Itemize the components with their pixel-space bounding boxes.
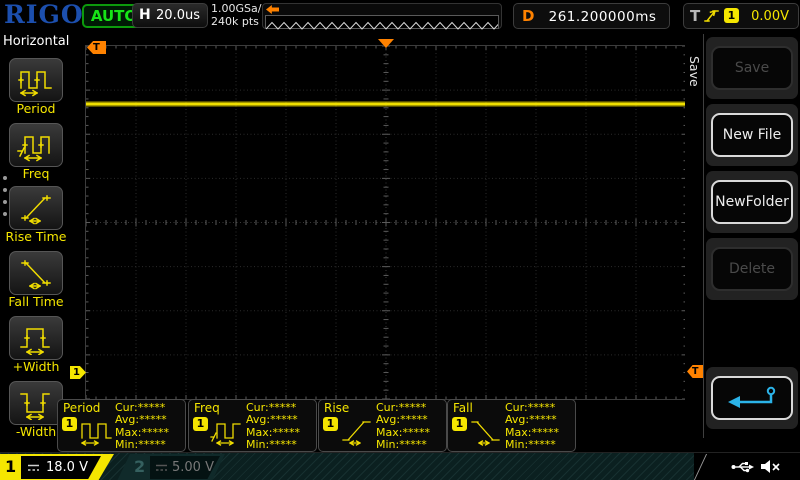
channel1-scale: 18.0 V bbox=[46, 460, 88, 475]
measurement-row: Min:***** bbox=[115, 437, 166, 451]
sidebar-item-period-label: Period bbox=[16, 101, 56, 116]
acquisition-info: 1.00GSa/s 240k pts bbox=[211, 2, 267, 28]
new-folder-button[interactable]: NewFolder bbox=[711, 180, 793, 224]
measurement-row: Min:***** bbox=[376, 437, 427, 451]
channel2-status[interactable]: 2 5.00 V bbox=[117, 454, 225, 480]
channel-badge: 1 bbox=[193, 417, 208, 431]
oscilloscope-screen: RIGOL AUTO H 20.0us 1.00GSa/s 240k pts D… bbox=[0, 0, 800, 480]
channel2-number: 2 bbox=[134, 457, 146, 476]
measurement-panel-period: Period 1 Cur:***** Avg:***** Max:***** M… bbox=[57, 399, 186, 452]
measurement-name: Fall bbox=[453, 401, 473, 415]
memory-waveform-overview bbox=[265, 15, 501, 30]
memory-depth: 240k pts bbox=[211, 15, 259, 28]
sidebar-item-rise-time-label: Rise Time bbox=[5, 229, 67, 244]
delay-value: 261.200000ms bbox=[548, 9, 657, 25]
period-icon bbox=[18, 71, 52, 97]
channel1-ground-marker[interactable]: 1 bbox=[70, 366, 86, 379]
menu-slot: Delete bbox=[706, 238, 798, 300]
scroll-indicator-dot bbox=[3, 188, 7, 192]
channel1-number: 1 bbox=[5, 457, 17, 476]
waveform-position-bar[interactable] bbox=[262, 3, 502, 30]
menu-slot: New File bbox=[706, 104, 798, 166]
scroll-indicator-dot bbox=[3, 200, 7, 204]
fall-icon bbox=[471, 421, 500, 446]
measurement-panel-fall: Fall 1 Cur:***** Avg:***** Max:***** Min… bbox=[447, 399, 576, 452]
delay-label: D bbox=[522, 7, 535, 25]
measurement-panel-rise: Rise 1 Cur:***** Avg:***** Max:***** Min… bbox=[318, 399, 447, 452]
usb-icon bbox=[731, 462, 754, 473]
sidebar-item-fall-time[interactable] bbox=[9, 251, 63, 295]
timebase-value: 20.0us bbox=[156, 8, 200, 23]
dc-coupling-icon bbox=[28, 464, 39, 471]
channel-badge: 1 bbox=[323, 417, 338, 431]
trigger-label: T bbox=[690, 7, 701, 25]
channel-badge: 1 bbox=[62, 417, 77, 431]
horizontal-timebase-box[interactable]: H 20.0us bbox=[132, 3, 208, 28]
channel1-status[interactable]: 1 18.0 V bbox=[0, 454, 114, 480]
sidebar-item-plus-width[interactable] bbox=[9, 316, 63, 360]
trigger-readout-box[interactable]: T 1 0.00V bbox=[683, 3, 799, 29]
trigger-source-badge: 1 bbox=[724, 8, 739, 23]
channel-badge: 1 bbox=[452, 417, 467, 431]
trigger-offscreen-left-icon bbox=[266, 5, 279, 14]
back-button[interactable] bbox=[711, 376, 793, 420]
delete-button[interactable]: Delete bbox=[711, 247, 793, 291]
sidebar-item-minus-width[interactable] bbox=[9, 381, 63, 425]
menu-slot: NewFolder bbox=[706, 171, 798, 233]
new-file-button[interactable]: New File bbox=[711, 113, 793, 157]
rise-icon bbox=[342, 421, 371, 446]
minus-width-icon bbox=[20, 393, 50, 420]
measurement-name: Period bbox=[63, 401, 101, 415]
sidebar-item-rise-time[interactable] bbox=[9, 186, 63, 230]
measurement-row: Min:***** bbox=[246, 437, 297, 451]
measurement-row: Min:***** bbox=[505, 437, 556, 451]
plus-width-icon bbox=[20, 328, 50, 355]
menu-slot bbox=[706, 367, 798, 429]
fall-time-icon bbox=[21, 260, 51, 290]
scroll-indicator-dot bbox=[3, 176, 7, 180]
horizontal-center-marker[interactable] bbox=[378, 39, 394, 48]
status-bar-divider bbox=[693, 454, 708, 480]
speaker-muted-icon[interactable] bbox=[760, 459, 781, 474]
soft-menu: Save Save New File NewFolder Delete bbox=[685, 30, 800, 452]
dc-coupling-icon bbox=[156, 464, 167, 471]
freq-icon bbox=[17, 136, 50, 162]
horizontal-label: H bbox=[139, 7, 151, 23]
measurement-name: Rise bbox=[324, 401, 350, 415]
sidebar-item-freq[interactable] bbox=[9, 123, 63, 167]
channel-status-bar: 1 18.0 V 2 5.00 V bbox=[0, 452, 800, 480]
sidebar-item-fall-time-label: Fall Time bbox=[8, 294, 64, 309]
menu-divider bbox=[703, 34, 704, 438]
measurement-name: Freq bbox=[194, 401, 220, 415]
measurement-panel-freq: Freq 1 Cur:***** Avg:***** Max:***** Min… bbox=[188, 399, 317, 452]
period-icon bbox=[81, 423, 112, 446]
delay-readout-box[interactable]: D 261.200000ms bbox=[513, 3, 670, 29]
trigger-level-value: 0.00V bbox=[751, 9, 789, 24]
freq-icon bbox=[210, 423, 241, 446]
waveform-display-area bbox=[85, 45, 687, 400]
channel2-scale: 5.00 V bbox=[172, 460, 214, 475]
scroll-indicator-dot bbox=[3, 212, 7, 216]
menu-slot: Save bbox=[706, 37, 798, 99]
return-arrow-icon bbox=[728, 386, 776, 408]
menu-tab-title: Save bbox=[687, 56, 702, 87]
sidebar-item-period[interactable] bbox=[9, 58, 63, 102]
sidebar-item-freq-label: Freq bbox=[22, 166, 50, 181]
sample-rate: 1.00GSa/s bbox=[211, 2, 268, 15]
sidebar-title: Horizontal bbox=[3, 34, 70, 49]
rising-edge-icon bbox=[704, 9, 719, 23]
save-button[interactable]: Save bbox=[711, 46, 793, 90]
rise-time-icon bbox=[21, 195, 51, 225]
sidebar-item-plus-width-label: +Width bbox=[12, 359, 60, 374]
